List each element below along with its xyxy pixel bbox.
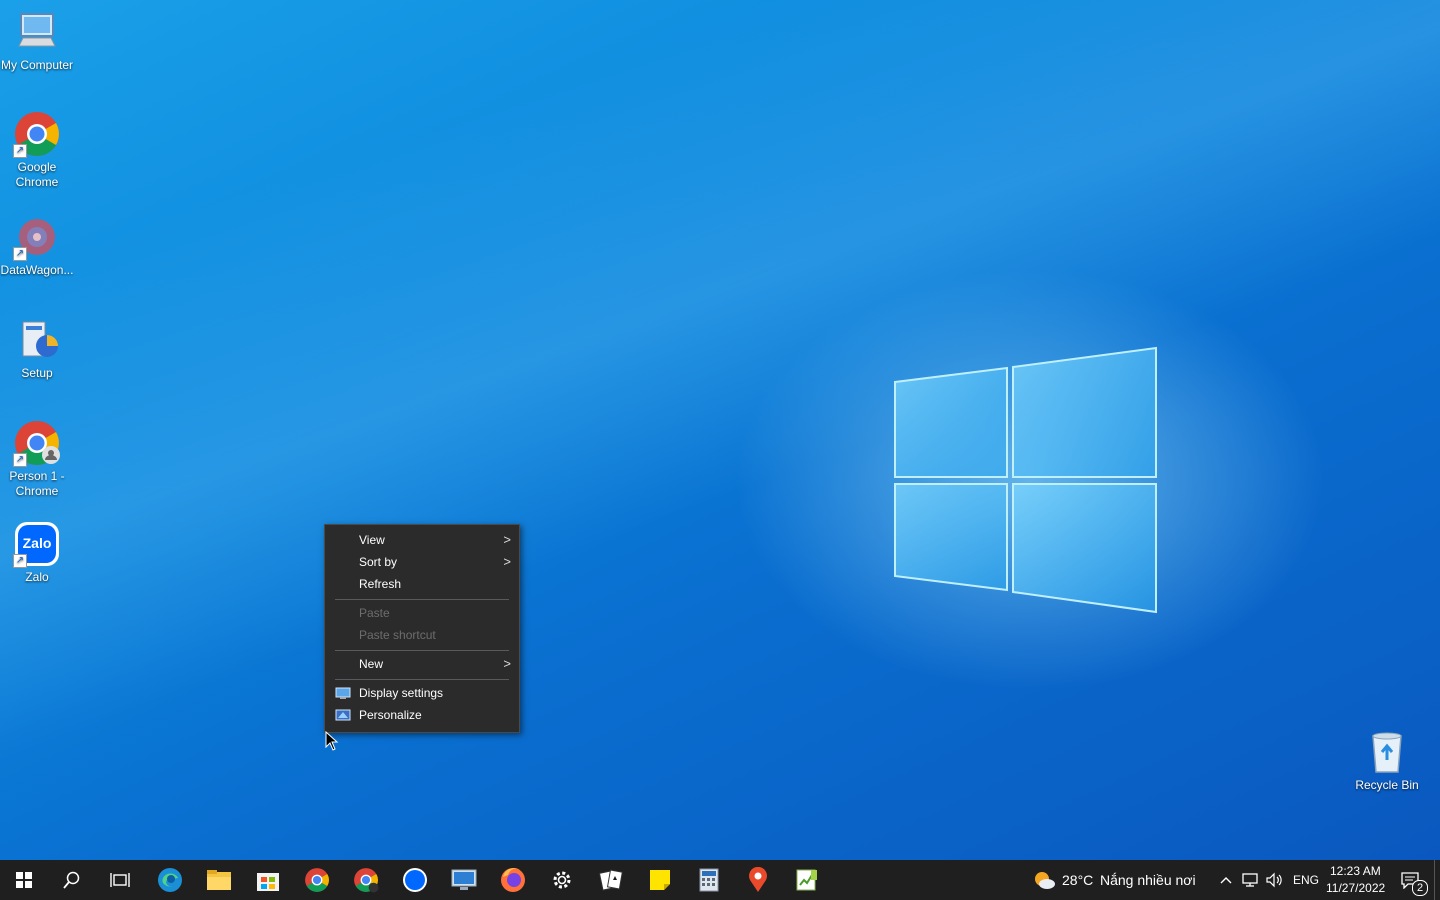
- menu-item-refresh[interactable]: Refresh: [325, 573, 519, 595]
- wallpaper-light-beam: [0, 0, 1440, 860]
- edge-icon: [158, 868, 182, 892]
- zalo-logo-text: Zalo: [22, 535, 52, 551]
- chevron-right-icon: >: [503, 554, 511, 569]
- clock-time: 12:23 AM: [1330, 864, 1381, 878]
- input-language-button[interactable]: ENG: [1288, 860, 1322, 900]
- desktop-icon-my-computer[interactable]: My Computer: [0, 8, 74, 73]
- desktop-icon-label: Recycle Bin: [1355, 778, 1419, 792]
- menu-separator: [335, 679, 509, 680]
- taskbar-app-chrome-profile[interactable]: [342, 860, 390, 900]
- settings-icon: [553, 871, 571, 889]
- taskbar-app-firefox[interactable]: [489, 860, 537, 900]
- personalize-icon: [335, 709, 351, 721]
- task-view-button[interactable]: [96, 860, 144, 900]
- chrome-icon: ↗: [13, 110, 61, 158]
- solitaire-icon: [598, 869, 623, 891]
- desktop-icon-datawagon[interactable]: ↗ DataWagon...: [0, 213, 74, 278]
- chevron-up-icon: [1220, 877, 1232, 884]
- network-icon: [1242, 873, 1258, 887]
- desktop-icon-label: Google Chrome: [15, 160, 59, 189]
- search-icon: [63, 871, 80, 889]
- desktop-context-menu: View > Sort by > Refresh Paste Paste sho…: [324, 524, 520, 733]
- chrome-icon: [305, 868, 329, 892]
- menu-item-paste: Paste: [359, 606, 390, 620]
- menu-item-sort-by[interactable]: Sort by >: [325, 551, 519, 573]
- menu-item-new[interactable]: New >: [325, 653, 519, 675]
- chrome-profile-icon: ↗: [13, 419, 61, 467]
- desktop-icon-label: DataWagon...: [0, 263, 74, 277]
- clock-date: 11/27/2022: [1326, 881, 1386, 895]
- computer-icon: [13, 8, 61, 56]
- show-desktop-button[interactable]: [1434, 860, 1440, 900]
- speaker-icon: [1266, 872, 1282, 888]
- notepad-plus-icon: [796, 869, 817, 891]
- taskbar-app-file-explorer[interactable]: [195, 860, 243, 900]
- shortcut-arrow-icon: ↗: [13, 144, 27, 158]
- desktop[interactable]: My Computer ↗ Google Chrome ↗ DataWagon.…: [0, 0, 1440, 860]
- menu-item-paste-shortcut: Paste shortcut: [359, 628, 436, 642]
- windows-logo-wallpaper: [894, 346, 1157, 614]
- datawagon-icon: ↗: [13, 213, 61, 261]
- action-center-button[interactable]: 2: [1392, 860, 1428, 900]
- taskbar-app-maps[interactable]: [734, 860, 782, 900]
- menu-item-personalize[interactable]: Personalize: [325, 704, 519, 726]
- zalo-icon: Zalo ↗: [13, 520, 61, 568]
- menu-separator: [335, 599, 509, 600]
- taskbar: 28°C Nắng nhiều nơi ENG 12:23 AM 11/27/2…: [0, 860, 1440, 900]
- taskbar-app-notepad-plus[interactable]: [783, 860, 831, 900]
- desktop-icon-label: Setup: [21, 366, 53, 380]
- desktop-icon-setup[interactable]: Setup: [0, 316, 74, 381]
- start-button[interactable]: [0, 860, 48, 900]
- windows-start-icon: [16, 872, 32, 888]
- weather-partly-sunny-icon: [1035, 872, 1055, 889]
- taskbar-app-chrome[interactable]: [293, 860, 341, 900]
- taskbar-app-edge[interactable]: [146, 860, 194, 900]
- desktop-icon-person1-chrome[interactable]: ↗ Person 1 - Chrome: [0, 419, 74, 499]
- network-button[interactable]: [1238, 860, 1262, 900]
- desktop-icon-recycle-bin[interactable]: Recycle Bin: [1350, 728, 1424, 793]
- shortcut-arrow-icon: ↗: [13, 247, 27, 261]
- volume-button[interactable]: [1262, 860, 1286, 900]
- calculator-icon: [699, 868, 719, 892]
- sticky-notes-icon: [650, 870, 670, 890]
- weather-widget[interactable]: 28°C Nắng nhiều nơi: [1030, 860, 1210, 900]
- store-icon: [257, 873, 279, 891]
- desktop-icon-google-chrome[interactable]: ↗ Google Chrome: [0, 110, 74, 190]
- menu-separator: [335, 650, 509, 651]
- display-settings-icon: [335, 687, 351, 699]
- desktop-icon-label: Person 1 - Chrome: [9, 469, 65, 498]
- clock[interactable]: 12:23 AM 11/27/2022: [1322, 860, 1388, 900]
- chevron-right-icon: >: [503, 656, 511, 671]
- remote-desktop-icon: [451, 869, 477, 890]
- weather-description: Nắng nhiều nơi: [1100, 872, 1196, 888]
- chrome-profile-icon: [354, 868, 379, 893]
- taskbar-app-settings[interactable]: [538, 860, 586, 900]
- menu-item-view[interactable]: View >: [325, 529, 519, 551]
- task-view-icon: [110, 873, 130, 887]
- desktop-icon-label: My Computer: [0, 58, 74, 72]
- taskbar-app-remote-desktop[interactable]: [440, 860, 488, 900]
- search-button[interactable]: [48, 860, 96, 900]
- zalo-icon: [403, 868, 427, 892]
- recycle-bin-icon: [1363, 728, 1411, 776]
- desktop-icon-label: Zalo: [25, 570, 49, 584]
- desktop-icon-zalo[interactable]: Zalo ↗ Zalo: [0, 520, 74, 585]
- mouse-cursor-icon: [325, 731, 339, 751]
- shortcut-arrow-icon: ↗: [13, 554, 27, 568]
- taskbar-app-solitaire[interactable]: [587, 860, 635, 900]
- shortcut-arrow-icon: ↗: [13, 453, 27, 467]
- taskbar-app-store[interactable]: [244, 860, 292, 900]
- setup-icon: [13, 316, 61, 364]
- maps-icon: [749, 867, 767, 892]
- file-explorer-icon: [207, 870, 231, 890]
- weather-temperature: 28°C: [1062, 872, 1094, 888]
- taskbar-app-zalo[interactable]: [391, 860, 439, 900]
- taskbar-app-calculator[interactable]: [685, 860, 733, 900]
- chevron-right-icon: >: [503, 532, 511, 547]
- taskbar-app-sticky-notes[interactable]: [636, 860, 684, 900]
- firefox-icon: [501, 868, 525, 892]
- show-hidden-icons-button[interactable]: [1214, 860, 1238, 900]
- notification-count-badge: 2: [1412, 880, 1428, 896]
- menu-item-display-settings[interactable]: Display settings: [325, 682, 519, 704]
